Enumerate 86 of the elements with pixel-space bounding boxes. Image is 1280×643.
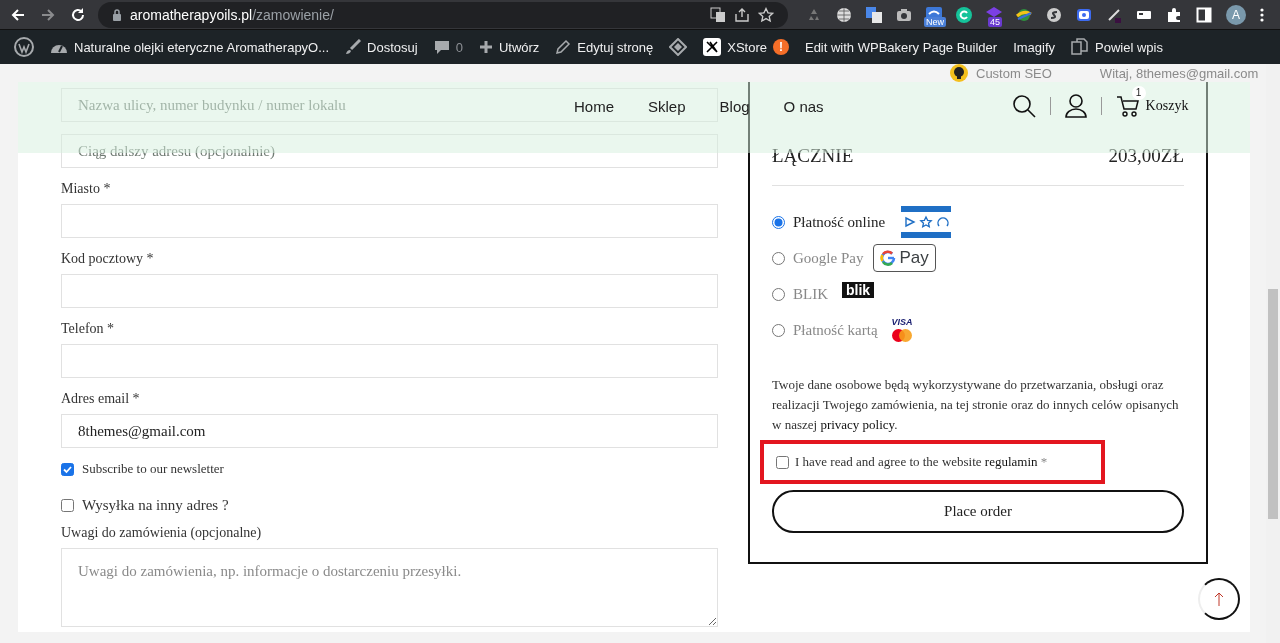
comment-icon: [433, 39, 450, 55]
lock-icon: [112, 8, 122, 21]
x-logo-icon: [703, 38, 722, 56]
admin-bar-item[interactable]: Utwórz: [470, 30, 548, 64]
g-icon: [880, 250, 897, 266]
copy-icon: [1071, 38, 1090, 56]
checkbox-label[interactable]: Wysyłka na inny adres ?: [82, 496, 229, 514]
radio-button[interactable]: [772, 287, 785, 301]
wordpress-icon[interactable]: [14, 37, 34, 57]
diamond-icon[interactable]: [669, 38, 688, 56]
cart-icon: [1115, 95, 1140, 117]
mastercard-icon: [892, 329, 913, 342]
admin-bar-item[interactable]: Edytuj stronę: [547, 30, 662, 64]
total-label: ŁĄCZNIE: [772, 144, 854, 168]
nav-link[interactable]: O nas: [783, 98, 824, 116]
blik-logo: blik: [842, 282, 875, 298]
menu-icon[interactable]: [1260, 6, 1264, 23]
screen-icon[interactable]: [1076, 6, 1092, 23]
admin-bar-item[interactable]: XStore !: [695, 30, 797, 64]
field-label: Uwagi do zamówienia (opcjonalne): [61, 524, 263, 542]
privacy-policy-link[interactable]: privacy policy: [820, 417, 895, 432]
payment-logo-icon: [901, 206, 952, 238]
radio-button[interactable]: [772, 251, 785, 265]
payment-method-label[interactable]: Płatność kartą: [793, 321, 878, 339]
terms-link[interactable]: regulamin: [984, 454, 1038, 469]
share-icon[interactable]: [734, 6, 750, 23]
text-field[interactable]: [61, 274, 718, 308]
window-icon[interactable]: [926, 6, 942, 19]
text-field[interactable]: [61, 344, 718, 378]
payment-method-label[interactable]: Płatność online: [793, 213, 886, 231]
brush-icon: [345, 39, 362, 55]
payment-method-label[interactable]: Google Pay: [793, 249, 864, 267]
field-label: Telefon *: [61, 320, 116, 338]
field-label: Miasto *: [61, 180, 112, 198]
swirl-icon[interactable]: [1046, 6, 1062, 23]
text-field[interactable]: 8themes@gmail.com: [61, 414, 718, 448]
admin-bar-item[interactable]: Naturalne olejki eteryczne AromatherapyO...: [42, 30, 338, 64]
admin-bar-item[interactable]: 0: [425, 30, 471, 64]
admin-bar-item[interactable]: Imagify: [1005, 30, 1064, 64]
text-field[interactable]: Ciąg dalszy adresu (opcjonalnie): [61, 134, 718, 168]
admin-bar-item[interactable]: Powiel wpis: [1063, 30, 1171, 64]
nav-link[interactable]: Home: [574, 98, 614, 116]
camera-icon[interactable]: [896, 6, 912, 23]
checkbox[interactable]: [61, 498, 74, 512]
address-bar[interactable]: aromatherapyoils.pl/zamowienie/: [98, 1, 788, 28]
arrow-up-icon: [1214, 591, 1224, 607]
globe-icon[interactable]: [836, 6, 852, 23]
checkbox-label[interactable]: Subscribe to our newsletter: [82, 460, 224, 478]
admin-bar-item[interactable]: Dostosuj: [337, 30, 426, 64]
search-icon[interactable]: [1011, 94, 1036, 118]
payment-method-label[interactable]: BLIK: [793, 285, 828, 303]
globe-icon[interactable]: [1016, 6, 1032, 23]
checkbox[interactable]: [61, 462, 74, 476]
translate-icon[interactable]: [710, 6, 726, 23]
nav-link[interactable]: Sklep: [648, 98, 686, 116]
privacy-notice: Twoje dane osobowe będą wykorzystywane do przetwarzania, obsługi oraz realizacji Twojego zamówienia, na tej stronie oraz do innych celów opisanych w naszej privacy policy.: [772, 376, 1180, 434]
visa-logo: VISA: [891, 318, 913, 327]
terms-label[interactable]: I have read and agree to the website regulamin *: [795, 454, 1048, 470]
pencil-icon: [555, 39, 572, 55]
translate-icon[interactable]: [866, 6, 882, 23]
total-value: 203,00ZŁ: [1108, 144, 1184, 168]
admin-bar-item[interactable]: Edit with WPBakery Page Builder: [796, 30, 1006, 64]
puzzle-icon[interactable]: [1166, 6, 1182, 23]
sidebar-icon[interactable]: [1196, 6, 1212, 23]
place-order-button[interactable]: Place order: [772, 490, 1184, 533]
new-badge: New: [924, 16, 946, 27]
text-field[interactable]: [61, 204, 718, 238]
nav-link[interactable]: Blog: [719, 98, 750, 116]
plus-icon: [478, 40, 493, 54]
alert-badge: !: [772, 39, 789, 55]
star-icon[interactable]: [758, 6, 774, 23]
reload-icon[interactable]: [70, 6, 86, 23]
google-pay-badge: Pay: [873, 244, 936, 272]
field-label: Kod pocztowy *: [61, 250, 155, 268]
user-icon[interactable]: [1064, 94, 1087, 118]
text-area[interactable]: Uwagi do zamówienia, np. informacje o dostarczeniu przesyłki.: [61, 548, 718, 627]
field-label: Adres email *: [61, 390, 141, 408]
forward-icon[interactable]: [40, 6, 56, 23]
radio-button[interactable]: [772, 215, 785, 229]
checkbox[interactable]: [776, 455, 789, 469]
count-badge: 45: [988, 16, 1002, 27]
pen-icon[interactable]: [1106, 6, 1122, 23]
url-text: aromatherapyoils.pl/zamowienie/: [130, 6, 335, 23]
radio-button[interactable]: [772, 323, 785, 337]
back-icon[interactable]: [10, 6, 26, 23]
circle-icon[interactable]: [956, 6, 972, 23]
